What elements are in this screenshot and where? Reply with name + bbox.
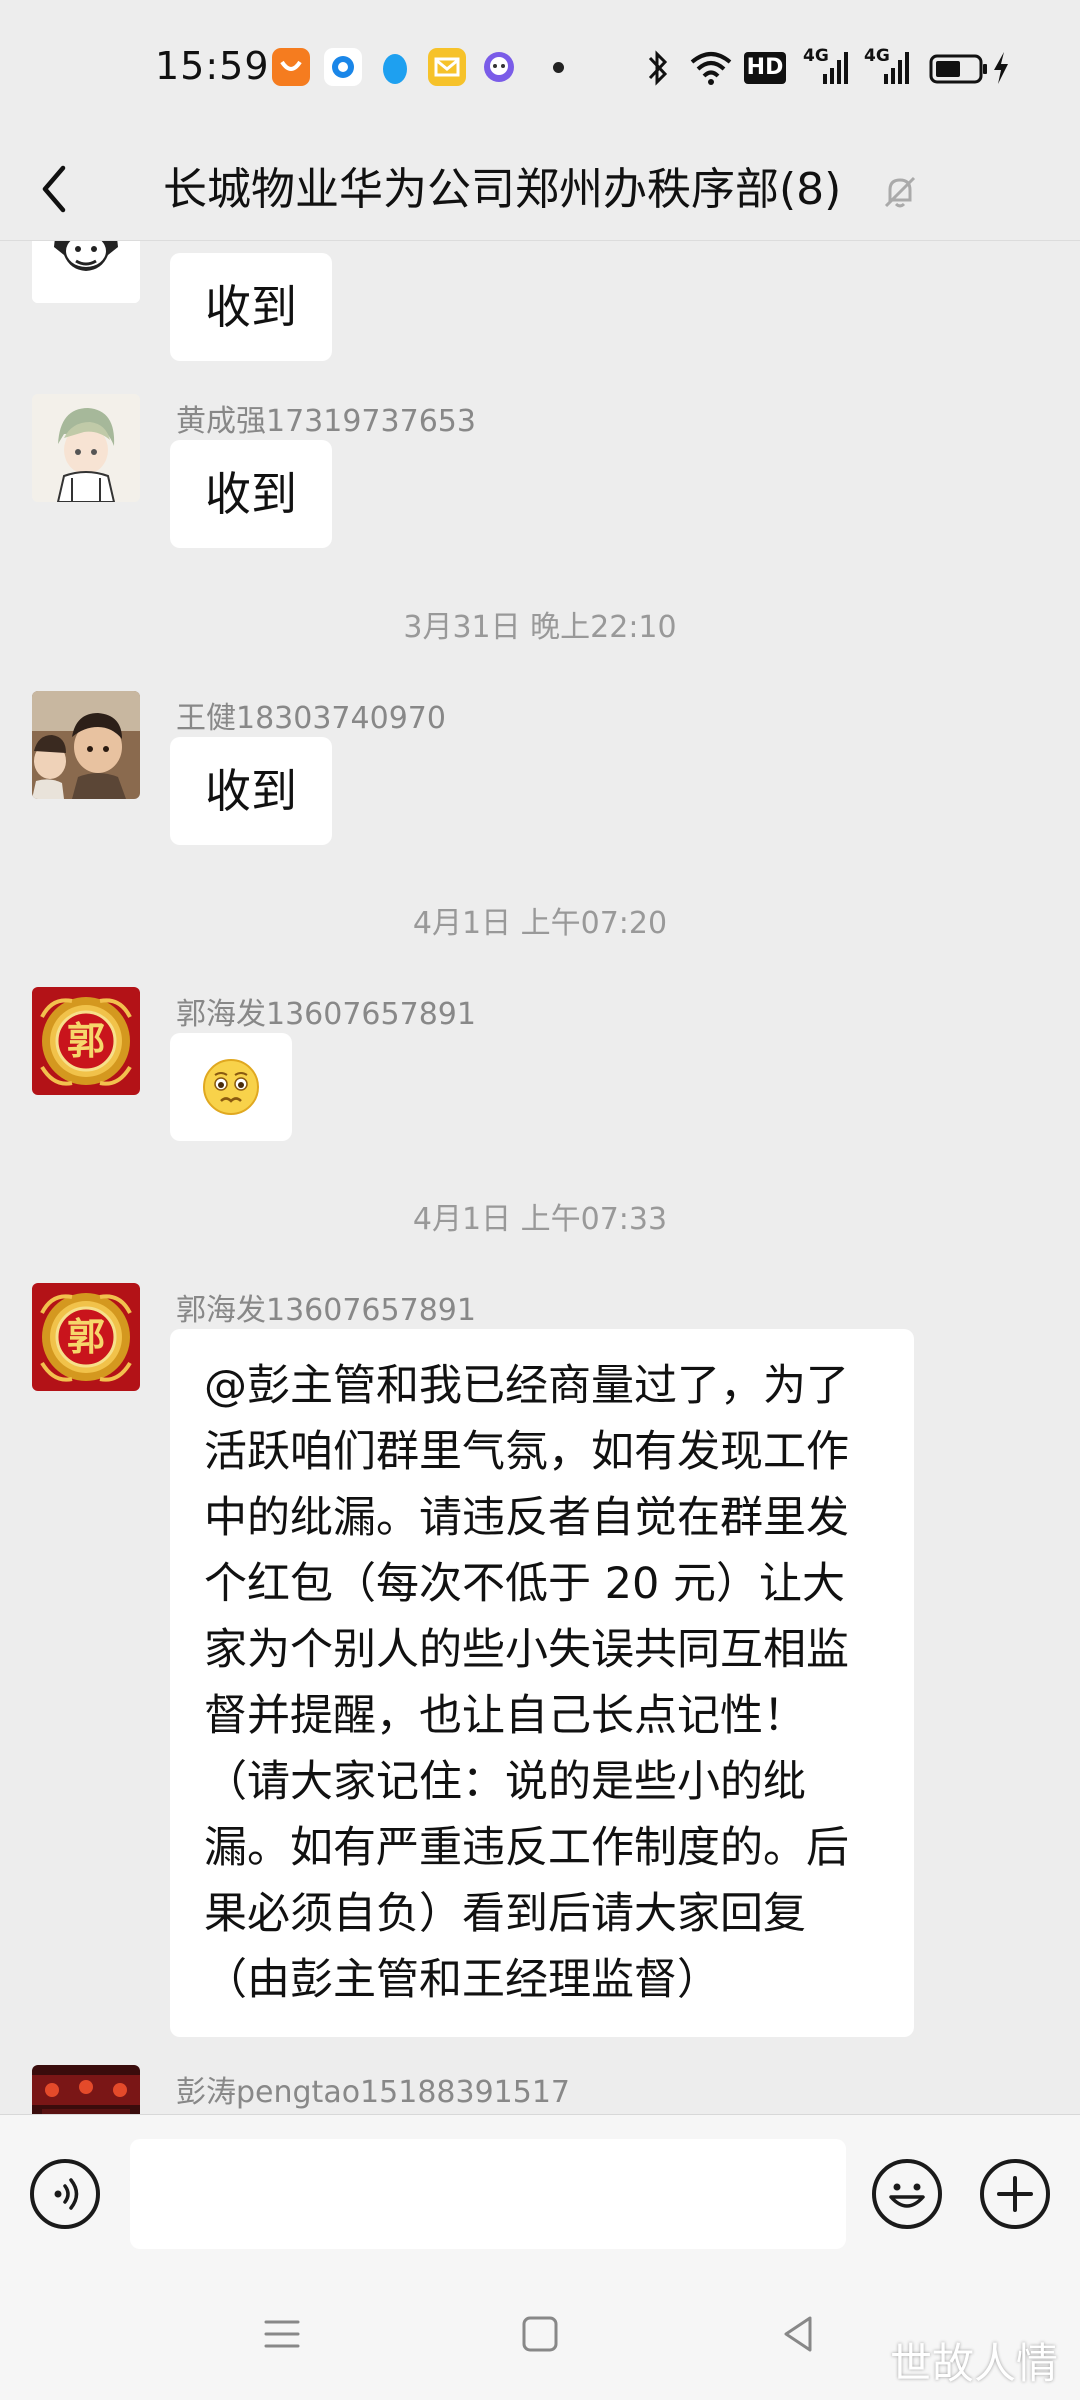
emoji-button[interactable] [872,2159,942,2229]
avatar[interactable] [32,394,140,502]
avatar-char: 郭 [66,1314,105,1359]
voice-icon [54,2178,79,2210]
voice-button[interactable] [30,2159,100,2229]
chat-header: 长城物业华为公司郑州办秩序部(8) [0,140,1080,241]
qq-penguin-icon [376,48,414,86]
message-bubble[interactable]: 收到 [170,440,332,548]
status-time: 15:59 [155,44,270,88]
timestamp: 3月31日 晚上22:10 [403,610,677,645]
more-button[interactable] [980,2159,1050,2229]
sender-name: 郭海发13607657891 [176,1293,476,1328]
bluetooth-icon [648,50,668,86]
input-bar [0,2114,1080,2275]
message-input[interactable] [130,2139,846,2249]
avatar[interactable]: 郭 [32,987,140,1095]
assistant-icon [480,48,518,86]
hd-label: HD [746,55,784,80]
avatar[interactable] [32,691,140,799]
avatar[interactable] [32,241,140,303]
hd-icon: HD [744,52,786,84]
home-icon[interactable] [518,2312,562,2356]
dot-icon [553,62,564,73]
watermark: 世故人情 [889,2339,1058,2388]
wifi-icon [690,52,732,85]
blue-app-icon [324,48,362,86]
plus-icon [997,2176,1033,2212]
group-title: 长城物业华为公司郑州办秩序部(8) [163,164,842,215]
timestamp: 4月1日 上午07:33 [412,1202,668,1237]
menu-icon[interactable] [260,2312,304,2356]
worried-face-emoji-icon [203,1059,259,1115]
avatar-char: 郭 [66,1018,105,1063]
signal-4g-icon: 4G [864,46,910,90]
mute-bell-icon [884,176,916,208]
message-text: 收到 [205,280,297,334]
sender-name: 彭涛pengtao15188391517 [176,2075,571,2110]
mail-icon [428,48,466,86]
sender-name: 郭海发13607657891 [176,997,476,1032]
avatar[interactable] [32,2065,140,2114]
back-triangle-icon[interactable] [776,2312,820,2356]
smiley-icon [889,2183,925,2208]
battery-icon [929,54,987,84]
signal-4g-icon: 4G [803,46,849,90]
message-text: @彭主管和我已经商量过了，为了活跃咱们群里气氛，如有发现工作中的纰漏。请违反者自… [204,1361,849,2005]
back-arrow-icon[interactable] [35,154,75,224]
message-text: 收到 [205,467,297,521]
message-text: 收到 [205,764,297,818]
chat-area[interactable]: 收到 黄成强17319737653 收到 3月31日 晚上22:10 王健183… [0,241,1080,2114]
charging-icon [994,52,1008,84]
sender-name: 黄成强17319737653 [176,404,476,439]
uc-browser-icon [272,48,310,86]
sender-name: 王健18303740970 [176,701,446,736]
status-bar: 15:59 HD 4G 4G [0,0,1080,140]
message-bubble[interactable] [170,1033,292,1141]
message-bubble[interactable]: 收到 [170,253,332,361]
avatar[interactable]: 郭 [32,1283,140,1391]
message-bubble[interactable]: @彭主管和我已经商量过了，为了活跃咱们群里气氛，如有发现工作中的纰漏。请违反者自… [170,1329,914,2037]
timestamp: 4月1日 上午07:20 [412,906,668,941]
message-bubble[interactable]: 收到 [170,737,332,845]
